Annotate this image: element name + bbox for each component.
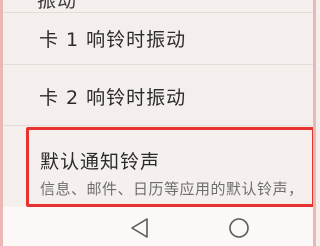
default-notification-sound-title: 默认通知铃声 xyxy=(40,151,161,173)
setting-row-sim2-vibrate[interactable]: 卡 2 响铃时振动 xyxy=(3,65,313,126)
partial-setting-label: 振动 xyxy=(37,0,78,12)
partial-setting-row[interactable]: 振动 xyxy=(3,0,313,13)
back-triangle-icon[interactable] xyxy=(127,215,153,241)
setting-label-sim1-vibrate: 卡 1 响铃时振动 xyxy=(39,29,187,51)
settings-screen: 振动 卡 1 响铃时振动 卡 2 响铃时振动 默认通知铃声 信息、邮件、日历等应… xyxy=(0,0,316,246)
home-circle-icon[interactable] xyxy=(226,215,252,241)
setting-label-sim2-vibrate: 卡 2 响铃时振动 xyxy=(39,87,187,109)
default-notification-sound-description: 信息、邮件、日历等应用的默认铃声，也可进行个性化设置 xyxy=(40,180,304,198)
setting-row-sim1-vibrate[interactable]: 卡 1 响铃时振动 xyxy=(3,13,313,65)
default-notification-sound-row[interactable]: 默认通知铃声 信息、邮件、日历等应用的默认铃声，也可进行个性化设置 xyxy=(26,127,313,207)
system-navigation-bar xyxy=(3,207,313,246)
